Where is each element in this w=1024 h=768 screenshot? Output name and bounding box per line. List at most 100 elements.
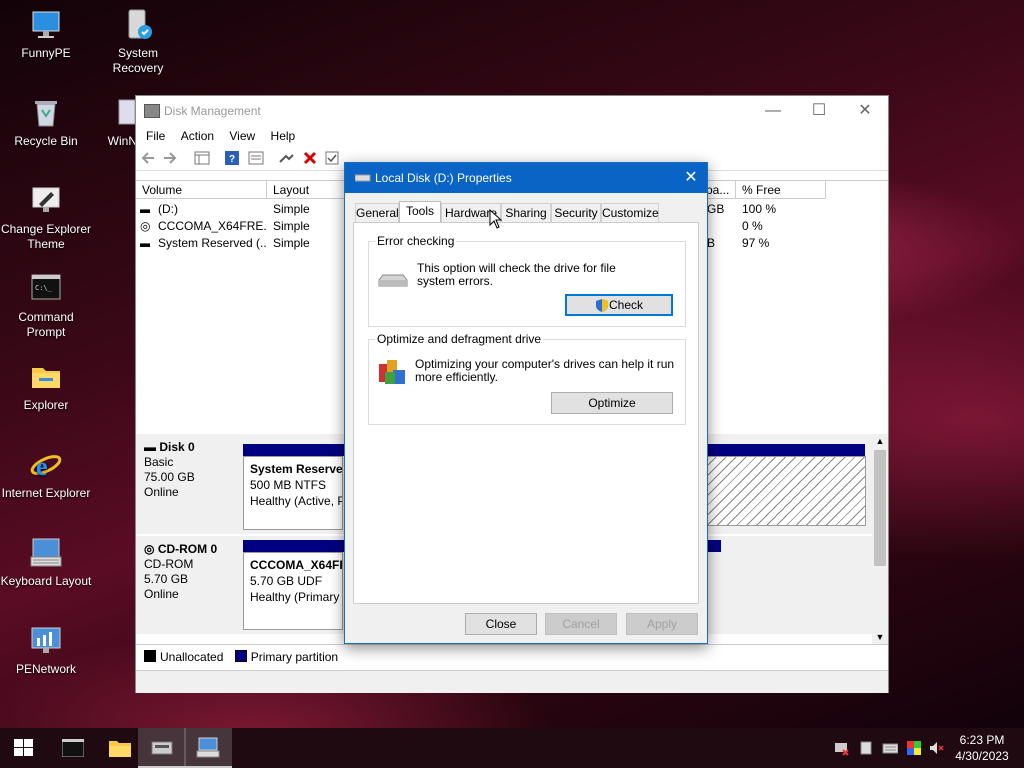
- desktop-icon-label: System Recovery: [112, 46, 164, 75]
- menu-file[interactable]: File: [140, 129, 171, 143]
- menu-help[interactable]: Help: [265, 129, 302, 143]
- tab-sharing[interactable]: Sharing: [501, 203, 551, 222]
- clock-date: 4/30/2023: [955, 749, 1009, 763]
- column-free[interactable]: % Free: [736, 181, 826, 199]
- desktop-icon-label: Recycle Bin: [14, 134, 78, 148]
- taskbar: 6:23 PM 4/30/2023: [0, 728, 1024, 768]
- clock-time: 6:23 PM: [959, 733, 1005, 747]
- cdrom-0-label[interactable]: ◎ CD-ROM 0 CD-ROM 5.70 GB Online: [140, 536, 236, 632]
- recovery-icon: [121, 8, 155, 42]
- dialog-close-icon[interactable]: ✕: [675, 163, 707, 193]
- taskbar-explorer[interactable]: [96, 728, 144, 768]
- desktop-icon-label: PENetwork: [15, 662, 77, 676]
- taskbar-disk-management[interactable]: [138, 728, 186, 768]
- desktop-icon-system-recovery[interactable]: System Recovery: [92, 8, 184, 76]
- svg-text:?: ?: [229, 154, 235, 165]
- apply-button[interactable]: Apply: [626, 613, 698, 635]
- volume-layout: Simple: [273, 236, 310, 250]
- forward-arrow-icon[interactable]: [162, 150, 178, 166]
- connect-icon[interactable]: [278, 150, 294, 166]
- disk-0-label[interactable]: ▬ Disk 0 Basic 75.00 GB Online: [140, 434, 236, 532]
- volume-muted-icon[interactable]: [928, 740, 944, 756]
- network-icon: [29, 624, 63, 658]
- close-window-button[interactable]: ✕: [842, 96, 888, 126]
- hard-drive-icon: [378, 274, 408, 287]
- partition-health: Healthy (Active, P: [250, 494, 343, 508]
- scroll-up-icon[interactable]: ▲: [872, 434, 888, 448]
- clock[interactable]: 6:23 PM 4/30/2023: [952, 732, 1012, 764]
- optimize-button[interactable]: Optimize: [551, 392, 673, 414]
- taskbar-keyboard-layout[interactable]: [184, 728, 232, 768]
- svg-text:C:\_: C:\_: [35, 284, 53, 292]
- desktop-icon-penetwork[interactable]: PENetwork: [0, 624, 92, 677]
- ie-icon: e: [29, 448, 63, 482]
- maximize-button[interactable]: ☐: [796, 96, 842, 126]
- desktop-icon-keyboard-layout[interactable]: Keyboard Layout: [0, 536, 92, 589]
- keyboard-icon: [196, 737, 220, 758]
- drive-icon: ▬: [140, 202, 150, 216]
- partition-system-reserved[interactable]: System Reserved 500 MB NTFS Healthy (Act…: [243, 456, 343, 530]
- desktop-icon-funnype[interactable]: FunnyPE: [0, 8, 92, 61]
- partition-cccoma[interactable]: CCCOMA_X64FRE 5.70 GB UDF Healthy (Prima…: [243, 552, 343, 630]
- safely-remove-icon[interactable]: [858, 740, 874, 756]
- help-icon[interactable]: ?: [224, 150, 240, 166]
- scroll-down-icon[interactable]: ▼: [872, 630, 888, 644]
- network-tray-icon[interactable]: [834, 740, 850, 756]
- desktop-icon-recycle-bin[interactable]: Recycle Bin: [0, 96, 92, 149]
- partition-d-drive[interactable]: [706, 456, 866, 526]
- check-icon[interactable]: [324, 150, 340, 166]
- volume-layout: Simple: [273, 202, 310, 216]
- keyboard-tray-icon[interactable]: [882, 740, 898, 756]
- console-tree-icon[interactable]: [194, 150, 210, 166]
- vertical-scrollbar[interactable]: ▲ ▼: [872, 434, 888, 644]
- folder-icon: [29, 360, 63, 394]
- close-button[interactable]: Close: [465, 613, 537, 635]
- desktop-icon-internet-explorer[interactable]: e Internet Explorer: [0, 448, 92, 501]
- check-button[interactable]: Check: [565, 294, 673, 316]
- desktop-icon-command-prompt[interactable]: C:\_ Command Prompt: [0, 272, 92, 340]
- tab-security[interactable]: Security: [551, 203, 601, 222]
- desktop-icon-label: Explorer: [23, 398, 69, 412]
- dialog-title: Local Disk (D:) Properties: [375, 171, 512, 185]
- volume-capacity: GB: [707, 202, 725, 216]
- cancel-button[interactable]: Cancel: [545, 613, 617, 635]
- column-layout[interactable]: Layout: [267, 181, 347, 199]
- disk-size: 75.00 GB: [144, 470, 195, 484]
- partition-name: System Reserved: [250, 462, 343, 476]
- disk-management-icon: [151, 741, 173, 755]
- minimize-button[interactable]: —: [750, 96, 796, 126]
- volume-capacity: B: [707, 236, 716, 250]
- column-volume[interactable]: Volume: [136, 181, 267, 199]
- desktop: FunnyPE System Recovery Recycle Bin WinN…: [0, 0, 1024, 728]
- check-button-label: Check: [608, 298, 643, 312]
- desktop-icon-change-explorer-theme[interactable]: Change Explorer Theme: [0, 184, 92, 252]
- column-capacity[interactable]: pa...: [706, 181, 736, 199]
- svg-text:e: e: [36, 452, 48, 481]
- tab-general[interactable]: General: [355, 203, 399, 222]
- optimize-label: Optimize and defragment drive: [375, 332, 544, 346]
- dialog-titlebar[interactable]: Local Disk (D:) Properties ✕: [345, 163, 707, 193]
- disk-status: Online: [144, 485, 179, 499]
- properties-icon[interactable]: [248, 150, 264, 166]
- tab-tools[interactable]: Tools: [399, 201, 441, 223]
- scrollbar-thumb[interactable]: [874, 450, 886, 566]
- window-titlebar[interactable]: Disk Management — ☐ ✕: [136, 96, 888, 126]
- terminal-icon: C:\_: [29, 272, 63, 306]
- menu-view[interactable]: View: [223, 129, 261, 143]
- menu-action[interactable]: Action: [175, 129, 220, 143]
- back-arrow-icon[interactable]: [140, 150, 156, 166]
- windows-logo-icon: [14, 739, 33, 756]
- desktop-icon-label: Internet Explorer: [1, 486, 91, 500]
- tab-customize[interactable]: Customize: [601, 203, 659, 222]
- partition-detail: 5.70 GB UDF: [250, 574, 323, 588]
- taskbar-command-prompt[interactable]: [48, 728, 96, 768]
- disk-status: Online: [144, 587, 179, 601]
- disk-management-icon: [144, 104, 160, 118]
- start-button[interactable]: [0, 728, 48, 768]
- color-tray-icon[interactable]: [906, 740, 922, 756]
- legend-primary: Primary partition: [250, 650, 339, 664]
- delete-icon[interactable]: [302, 150, 318, 166]
- desktop-icon-explorer[interactable]: Explorer: [0, 360, 92, 413]
- mouse-cursor-icon: [489, 209, 503, 229]
- desktop-icon-label: Command Prompt: [18, 310, 74, 339]
